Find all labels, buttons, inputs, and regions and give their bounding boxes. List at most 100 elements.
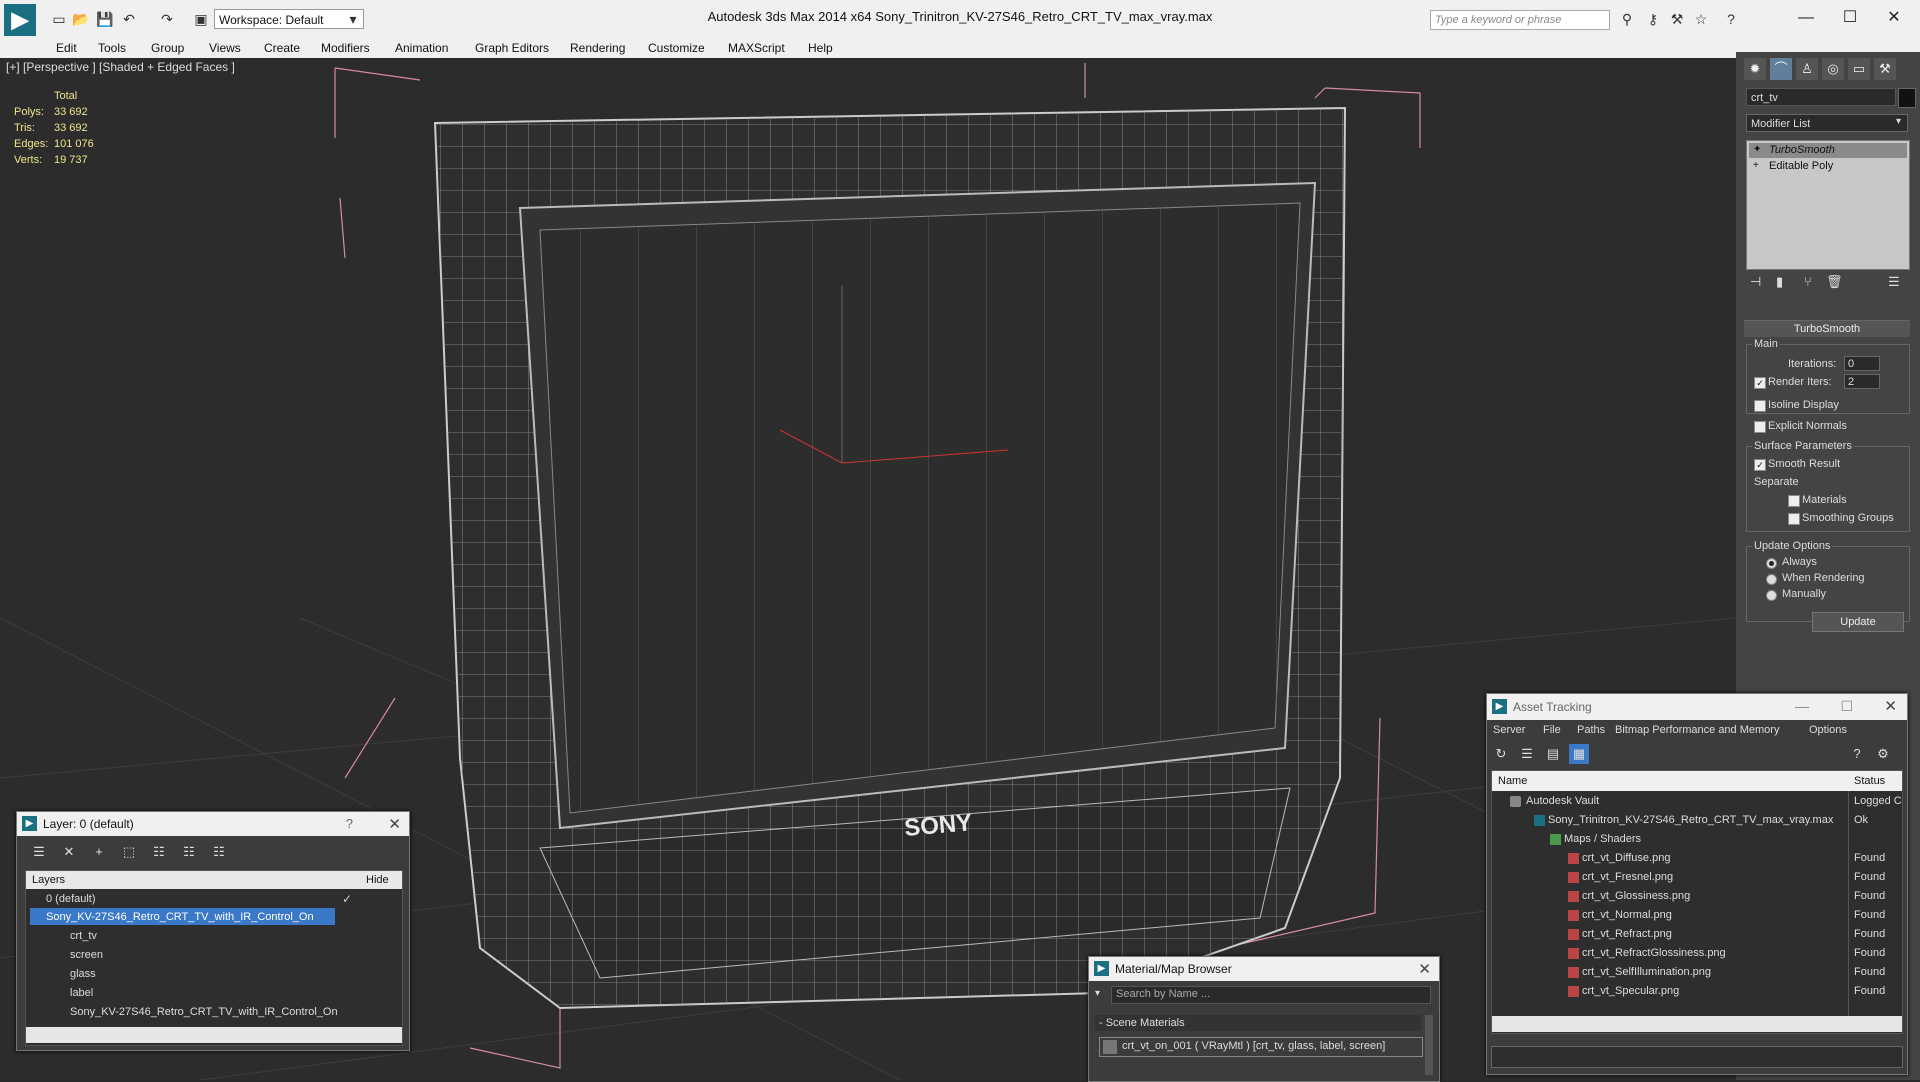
asset-tracking-header[interactable]: ▶ Asset Tracking — ☐ ✕	[1487, 694, 1907, 720]
menu-animation[interactable]: Animation	[395, 41, 448, 55]
new-layer-icon[interactable]: ☰	[29, 842, 49, 862]
asset-maximize-icon[interactable]: ☐	[1840, 698, 1853, 715]
tools-icon[interactable]: ⚒	[1668, 10, 1686, 28]
key-icon[interactable]: ⚷	[1644, 10, 1662, 28]
object-name-field[interactable]: crt_tv	[1746, 88, 1896, 106]
layer-row-label[interactable]: label	[70, 987, 93, 999]
utilities-tab-icon[interactable]: ⚒	[1874, 58, 1896, 80]
asset-row-name[interactable]: crt_vt_Normal.png	[1582, 909, 1672, 921]
add-to-layer-icon[interactable]: +	[89, 842, 109, 862]
motion-tab-icon[interactable]: ◎	[1822, 58, 1844, 80]
thumbnail-view-icon[interactable]: ▤	[1543, 744, 1563, 764]
select-in-layer-icon[interactable]: ⬚	[119, 842, 139, 862]
display-tab-icon[interactable]: ▭	[1848, 58, 1870, 80]
viewport-label[interactable]: [+] [Perspective ] [Shaded + Edged Faces…	[6, 60, 235, 74]
layers-column-header[interactable]: Layers	[32, 874, 65, 886]
menu-customize[interactable]: Customize	[648, 41, 705, 55]
layer-horizontal-scrollbar[interactable]	[26, 1027, 402, 1043]
material-browser-header[interactable]: ▶ Material/Map Browser ✕	[1089, 957, 1439, 981]
menu-rendering[interactable]: Rendering	[570, 41, 625, 55]
asset-path-field[interactable]	[1491, 1046, 1903, 1068]
configure-sets-icon[interactable]: ☰	[1888, 274, 1900, 290]
layer-row-sony-object[interactable]: Sony_KV-27S46_Retro_CRT_TV_with_IR_Contr…	[70, 1006, 338, 1018]
favorite-star-icon[interactable]: ☆	[1692, 10, 1710, 28]
lightbulb-icon[interactable]: ✦	[1753, 144, 1761, 155]
explicit-normals-checkbox[interactable]	[1754, 421, 1766, 433]
when-rendering-radio[interactable]	[1766, 574, 1777, 585]
maximize-icon[interactable]: ☐	[1830, 6, 1870, 30]
menu-edit[interactable]: Edit	[56, 41, 77, 55]
layer-row-sony[interactable]: Sony_KV-27S46_Retro_CRT_TV_with_IR_Contr…	[46, 911, 314, 923]
menu-graph-editors[interactable]: Graph Editors	[475, 41, 549, 55]
hierarchy-tab-icon[interactable]: ♙	[1796, 58, 1818, 80]
material-browser-close-icon[interactable]: ✕	[1418, 960, 1431, 978]
refresh-icon[interactable]: ↻	[1491, 744, 1511, 764]
asset-row-name[interactable]: crt_vt_Diffuse.png	[1582, 852, 1670, 864]
binoculars-icon[interactable]: ⚲	[1618, 10, 1636, 28]
asset-row-name[interactable]: Autodesk Vault	[1526, 795, 1599, 807]
asset-row-name[interactable]: crt_vt_RefractGlossiness.png	[1582, 947, 1726, 959]
material-search-input[interactable]: Search by Name ...	[1111, 986, 1431, 1004]
expand-plus-icon[interactable]: +	[1753, 160, 1759, 171]
create-tab-icon[interactable]: ✹	[1744, 58, 1766, 80]
asset-row-name[interactable]: crt_vt_SelfIllumination.png	[1582, 966, 1711, 978]
manually-radio[interactable]	[1766, 590, 1777, 601]
update-button[interactable]: Update	[1812, 612, 1904, 632]
menu-modifiers[interactable]: Modifiers	[321, 41, 370, 55]
modify-tab-icon[interactable]: ⌒	[1770, 58, 1792, 80]
modifier-list-chevron-down-icon[interactable]: ▾	[1896, 116, 1901, 127]
asset-name-column-header[interactable]: Name	[1498, 775, 1527, 787]
browser-options-chevron-down-icon[interactable]: ▾	[1095, 988, 1100, 999]
menu-help[interactable]: Help	[808, 41, 833, 55]
isoline-display-checkbox[interactable]	[1754, 400, 1766, 412]
asset-menu-file[interactable]: File	[1543, 724, 1561, 736]
remove-modifier-icon[interactable]: 🗑	[1826, 274, 1843, 290]
object-color-swatch[interactable]	[1898, 88, 1916, 108]
modifier-list-dropdown[interactable]: Modifier List	[1746, 114, 1908, 132]
material-entry[interactable]: crt_vt_on_001 ( VRayMtl ) [crt_tv, glass…	[1099, 1037, 1423, 1057]
make-unique-icon[interactable]: ⑂	[1804, 274, 1812, 289]
asset-menu-paths[interactable]: Paths	[1577, 724, 1605, 736]
render-iters-spinner[interactable]: 2	[1844, 374, 1880, 389]
layer-help-icon[interactable]: ?	[346, 816, 353, 831]
smoothing-groups-checkbox[interactable]	[1788, 513, 1800, 525]
menu-group[interactable]: Group	[151, 41, 184, 55]
minimize-icon[interactable]: —	[1786, 6, 1826, 30]
asset-row-name[interactable]: crt_vt_Fresnel.png	[1582, 871, 1673, 883]
asset-status-column-header[interactable]: Status	[1854, 775, 1885, 787]
menu-tools[interactable]: Tools	[98, 41, 126, 55]
close-icon[interactable]: ✕	[1874, 6, 1914, 30]
hide-all-layers-icon[interactable]: ☷	[179, 842, 199, 862]
table-view-icon[interactable]: ▦	[1569, 744, 1589, 764]
layer-row-crt-tv[interactable]: crt_tv	[70, 930, 97, 942]
material-browser-scrollbar[interactable]	[1425, 1015, 1433, 1075]
asset-close-icon[interactable]: ✕	[1884, 697, 1897, 715]
asset-menu-bitmap-performance[interactable]: Bitmap Performance and Memory	[1615, 724, 1779, 736]
hide-column-header[interactable]: Hide	[366, 874, 389, 886]
menu-maxscript[interactable]: MAXScript	[728, 41, 785, 55]
asset-minimize-icon[interactable]: —	[1795, 698, 1809, 714]
layer-row-default[interactable]: 0 (default)	[46, 893, 96, 905]
help-icon[interactable]: ?	[1722, 10, 1740, 28]
asset-row-name[interactable]: crt_vt_Specular.png	[1582, 985, 1679, 997]
show-end-result-icon[interactable]: ▮	[1776, 274, 1783, 290]
asset-row-name[interactable]: Maps / Shaders	[1564, 833, 1641, 845]
asset-row-name[interactable]: crt_vt_Refract.png	[1582, 928, 1672, 940]
asset-horizontal-scrollbar[interactable]	[1492, 1016, 1902, 1032]
smooth-result-checkbox[interactable]: ✓	[1754, 459, 1766, 471]
always-radio[interactable]	[1766, 558, 1777, 569]
pin-stack-icon[interactable]: ⊣	[1750, 274, 1761, 290]
render-iters-checkbox[interactable]: ✓	[1754, 377, 1766, 389]
asset-row-name[interactable]: crt_vt_Glossiness.png	[1582, 890, 1690, 902]
layer-row-screen[interactable]: screen	[70, 949, 103, 961]
asset-menu-server[interactable]: Server	[1493, 724, 1525, 736]
asset-row-name[interactable]: Sony_Trinitron_KV-27S46_Retro_CRT_TV_max…	[1548, 814, 1833, 826]
layer-close-icon[interactable]: ✕	[388, 815, 401, 833]
menu-views[interactable]: Views	[209, 41, 241, 55]
layer-window-header[interactable]: ▶ Layer: 0 (default) ? ✕	[17, 812, 409, 836]
stack-item-editable-poly[interactable]: Editable Poly	[1749, 159, 1907, 174]
highlight-layer-icon[interactable]: ☷	[149, 842, 169, 862]
asset-help-icon[interactable]: ?	[1847, 744, 1867, 764]
asset-settings-icon[interactable]: ⚙	[1873, 744, 1893, 764]
scene-materials-section[interactable]: - Scene Materials	[1095, 1015, 1421, 1031]
